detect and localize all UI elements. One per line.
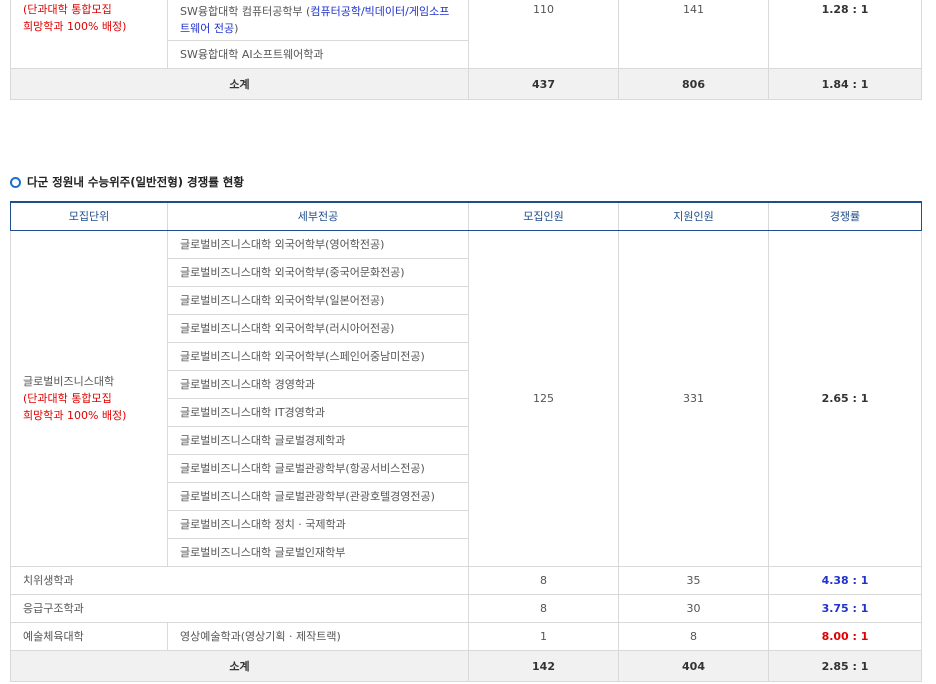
major-cell: 글로벌비즈니스대학 외국어학부(영어학전공) [167,230,469,259]
subtotal-applicants: 806 [618,68,769,100]
subtotal-label: 소계 [10,650,469,682]
competition-table: 모집단위 세부전공 모집인원 지원인원 경쟁률 글로벌비즈니스대학 (단과대학 … [10,201,922,682]
rate-cell: 2.65 : 1 [768,230,922,567]
recruit-unit-cell: 치위생학과 [10,566,469,595]
major-cell: 글로벌비즈니스대학 외국어학부(중국어문화전공) [167,258,469,287]
header-applicants: 지원인원 [618,201,769,231]
table-row: 응급구조학과 8 30 3.75 : 1 [10,594,922,623]
section-title: 다군 정원내 수능위주(일반전형) 경쟁률 현황 [10,174,244,190]
major-cell: 영상예술학과(영상기획 · 제작트랙) [167,622,469,651]
unit-note-line2: 희망학과 100% 배정) [23,409,127,422]
major-cell: 글로벌비즈니스대학 글로벌관광학부(항공서비스전공) [167,454,469,483]
unit-name: 글로벌비즈니스대학 [23,375,115,388]
applicants-cell: 141 [618,0,769,69]
quota-cell: 8 [468,594,619,623]
header-recruit-unit: 모집단위 [10,201,168,231]
subtotal-rate: 1.84 : 1 [768,68,922,100]
subtotal-label: 소계 [10,68,469,100]
major-cell: SW융합대학 AI소프트웨어학과 [167,40,469,69]
major-cell: 글로벌비즈니스대학 IT경영학과 [167,398,469,427]
header-major: 세부전공 [167,201,469,231]
recruit-unit-cell: 응급구조학과 [10,594,469,623]
major-prefix: SW융합대학 컴퓨터공학부 ( [180,4,311,18]
quota-cell: 110 [468,0,619,69]
quota-cell: 125 [468,230,619,567]
major-cell: 글로벌비즈니스대학 글로벌경제학과 [167,426,469,455]
rate-cell: 3.75 : 1 [768,594,922,623]
subtotal-quota: 142 [468,650,619,682]
major-cell: 글로벌비즈니스대학 정치 · 국제학과 [167,510,469,539]
subtotal-quota: 437 [468,68,619,100]
recruit-unit-cell: 예술체육대학 [10,622,168,651]
subtotal-row: 소계 142 404 2.85 : 1 [10,650,922,682]
recruit-unit-cell: 글로벌비즈니스대학 (단과대학 통합모집 희망학과 100% 배정) [10,230,168,567]
major-cell: 글로벌비즈니스대학 외국어학부(일본어전공) [167,286,469,315]
competition-table-prev: (단과대학 통합모집 희망학과 100% 배정) SW융합대학 컴퓨터공학부 (… [10,0,922,100]
major-cell: 글로벌비즈니스대학 글로벌관광학부(관광호텔경영전공) [167,482,469,511]
section-title-text: 다군 정원내 수능위주(일반전형) 경쟁률 현황 [27,175,244,189]
major-cell: 글로벌비즈니스대학 외국어학부(스페인어중남미전공) [167,342,469,371]
recruit-unit-cell: (단과대학 통합모집 희망학과 100% 배정) [10,0,168,69]
major-cell: 글로벌비즈니스대학 글로벌인재학부 [167,538,469,567]
rate-cell: 8.00 : 1 [768,622,922,651]
subtotal-rate: 2.85 : 1 [768,650,922,682]
rate-cell: 1.28 : 1 [768,0,922,69]
major-cell: 글로벌비즈니스대학 외국어학부(러시아어전공) [167,314,469,343]
header-rate: 경쟁률 [768,201,922,231]
applicants-cell: 8 [618,622,769,651]
header-quota: 모집인원 [468,201,619,231]
quota-cell: 8 [468,566,619,595]
major-suffix: ) [234,21,239,35]
subtotal-applicants: 404 [618,650,769,682]
table-row: 치위생학과 8 35 4.38 : 1 [10,566,922,595]
unit-note-line1: (단과대학 통합모집 [23,392,112,405]
table-row: 예술체육대학 영상예술학과(영상기획 · 제작트랙) 1 8 8.00 : 1 [10,622,922,651]
bullet-circle-icon [10,176,21,188]
unit-note-line2: 희망학과 100% 배정) [23,20,127,33]
rate-cell: 4.38 : 1 [768,566,922,595]
unit-note-line1: (단과대학 통합모집 [23,3,112,16]
applicants-cell: 331 [618,230,769,567]
major-cell: SW융합대학 컴퓨터공학부 (컴퓨터공학/빅데이터/게임소프트웨어 전공) [167,0,469,41]
applicants-cell: 30 [618,594,769,623]
major-cell: 글로벌비즈니스대학 경영학과 [167,370,469,399]
quota-cell: 1 [468,622,619,651]
applicants-cell: 35 [618,566,769,595]
